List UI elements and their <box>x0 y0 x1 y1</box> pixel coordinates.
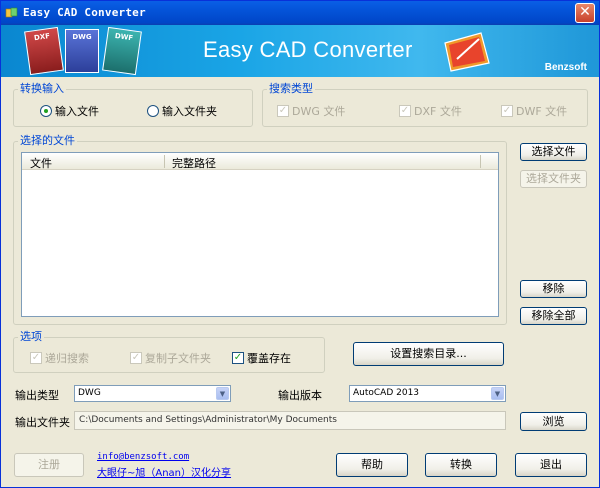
column-full-path[interactable]: 完整路径 <box>172 155 216 171</box>
banner-title: Easy CAD Converter <box>203 37 413 62</box>
radio-input-file-label: 输入文件 <box>55 105 99 118</box>
selected-files-label: 选择的文件 <box>18 134 77 147</box>
check-dwf: ✓ DWF 文件 <box>501 103 567 119</box>
exit-button[interactable]: 退出 <box>515 453 587 477</box>
app-window: Easy CAD Converter ✕ DXF DWG DWF Easy CA… <box>0 0 600 488</box>
check-recursive-label: 递归搜索 <box>45 352 89 365</box>
dwf-doc-icon: DWF <box>102 26 142 76</box>
options-group: 选项 ✓ 递归搜索 ✓ 复制子文件夹 ✓ 覆盖存在 <box>13 331 325 373</box>
check-dxf-label: DXF 文件 <box>414 105 462 118</box>
app-icon <box>5 7 18 18</box>
output-type-label: 输出类型 <box>15 389 59 402</box>
email-link[interactable]: info@benzsoft.com <box>97 452 189 462</box>
help-button[interactable]: 帮助 <box>336 453 408 477</box>
check-overwrite-label: 覆盖存在 <box>247 352 291 365</box>
check-recursive-search: ✓ 递归搜索 <box>30 350 89 366</box>
check-recursive-box: ✓ <box>30 352 42 364</box>
chevron-down-icon[interactable]: ▼ <box>216 387 229 400</box>
output-version-select[interactable]: AutoCAD 2013 ▼ <box>349 385 506 402</box>
header-banner: DXF DWG DWF Easy CAD Converter Benzsoft <box>1 25 599 77</box>
check-copy-subfolders-label: 复制子文件夹 <box>145 352 211 365</box>
file-list[interactable]: 文件 完整路径 <box>21 152 499 317</box>
palette-logo-icon <box>444 32 490 72</box>
dxf-doc-icon: DXF <box>24 26 64 76</box>
check-dwf-label: DWF 文件 <box>516 105 568 118</box>
check-dwg: ✓ DWG 文件 <box>277 103 345 119</box>
register-button[interactable]: 注册 <box>14 453 84 477</box>
check-dwg-label: DWG 文件 <box>292 105 346 118</box>
radio-input-folder-dot[interactable] <box>147 105 159 117</box>
search-directory-settings-button[interactable]: 设置搜索目录... <box>353 342 504 366</box>
select-file-button[interactable]: 选择文件 <box>520 143 587 161</box>
column-separator[interactable] <box>164 155 165 168</box>
dwg-doc-icon: DWG <box>65 29 99 73</box>
title-bar[interactable]: Easy CAD Converter ✕ <box>1 1 599 25</box>
output-type-select[interactable]: DWG ▼ <box>74 385 231 402</box>
search-type-group: 搜索类型 ✓ DWG 文件 ✓ DXF 文件 ✓ DWF 文件 <box>262 83 588 127</box>
output-folder-label: 输出文件夹 <box>15 416 70 429</box>
radio-input-file[interactable]: 输入文件 <box>40 103 99 119</box>
close-button[interactable]: ✕ <box>575 3 595 23</box>
radio-input-folder[interactable]: 输入文件夹 <box>147 103 217 119</box>
output-type-value: DWG <box>78 388 101 398</box>
chevron-down-icon[interactable]: ▼ <box>491 387 504 400</box>
remove-all-button[interactable]: 移除全部 <box>520 307 587 325</box>
credit-link[interactable]: 大眼仔~旭（Anan）汉化分享 <box>97 464 231 479</box>
check-dwg-box: ✓ <box>277 105 289 117</box>
conversion-input-group: 转换输入 输入文件 输入文件夹 <box>13 83 253 127</box>
radio-input-file-dot[interactable] <box>40 105 52 117</box>
browse-button[interactable]: 浏览 <box>520 412 587 431</box>
options-label: 选项 <box>18 330 44 343</box>
check-overwrite-existing[interactable]: ✓ 覆盖存在 <box>232 350 291 366</box>
search-type-label: 搜索类型 <box>267 82 315 95</box>
convert-button[interactable]: 转换 <box>425 453 497 477</box>
check-copy-subfolders: ✓ 复制子文件夹 <box>130 350 211 366</box>
column-separator[interactable] <box>480 155 481 168</box>
select-folder-button[interactable]: 选择文件夹 <box>520 170 587 188</box>
output-version-label: 输出版本 <box>278 389 322 402</box>
check-dwf-box: ✓ <box>501 105 513 117</box>
conversion-input-label: 转换输入 <box>18 82 66 95</box>
brand-label: Benzsoft <box>544 62 587 73</box>
check-dxf-box: ✓ <box>399 105 411 117</box>
check-copy-subfolders-box: ✓ <box>130 352 142 364</box>
file-list-header: 文件 完整路径 <box>22 153 498 170</box>
output-folder-field[interactable]: C:\Documents and Settings\Administrator\… <box>74 411 506 430</box>
check-dxf: ✓ DXF 文件 <box>399 103 462 119</box>
check-overwrite-box[interactable]: ✓ <box>232 352 244 364</box>
radio-input-folder-label: 输入文件夹 <box>162 105 217 118</box>
output-version-value: AutoCAD 2013 <box>353 388 420 398</box>
remove-button[interactable]: 移除 <box>520 280 587 298</box>
column-file[interactable]: 文件 <box>30 155 52 171</box>
window-title: Easy CAD Converter <box>23 6 146 19</box>
